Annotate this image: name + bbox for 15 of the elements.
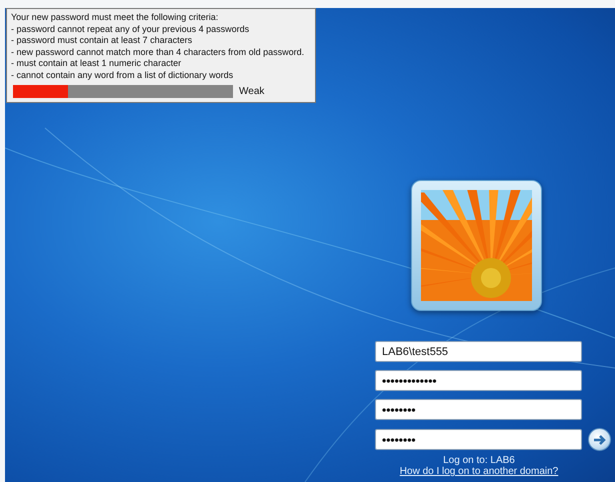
criteria-heading: Your new password must meet the following criteria: xyxy=(11,12,220,24)
criteria-rule: - must contain at least 1 numeric character xyxy=(11,58,182,70)
criteria-rule: - cannot contain any word from a list of dictionary words xyxy=(11,70,234,81)
criteria-rule: - password cannot repeat any of your previous 4 passwords xyxy=(11,24,250,35)
criteria-rule: - new password cannot match more than 4 characters from old password. xyxy=(11,46,306,58)
log-on-to-text: Log on to: LAB6 xyxy=(443,455,515,466)
strength-label: Weak xyxy=(239,86,264,98)
criteria-rule: - password must contain at least 7 characters xyxy=(11,35,194,46)
password-field[interactable]: ••••••••••••• xyxy=(375,370,582,391)
arrow-icon xyxy=(592,434,606,446)
submit-arrow-button[interactable] xyxy=(588,428,611,451)
username-field[interactable]: LAB6\test555 xyxy=(375,341,582,362)
password-field[interactable]: •••••••• xyxy=(375,429,582,450)
another-domain-link[interactable]: How do I log on to another domain? xyxy=(400,466,558,477)
password-field[interactable]: •••••••• xyxy=(375,399,582,420)
